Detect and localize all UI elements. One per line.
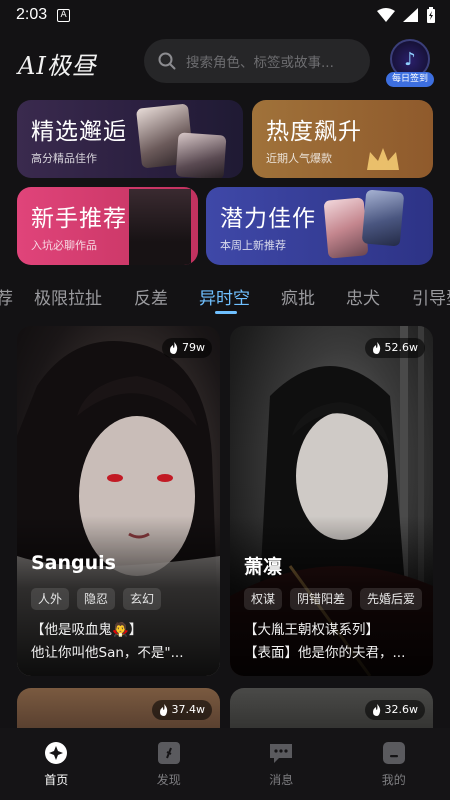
tag: 隐忍: [77, 588, 116, 610]
active-tab-indicator: [215, 311, 237, 314]
nav-profile[interactable]: 我的: [338, 728, 450, 800]
nav-home[interactable]: 首页: [0, 728, 113, 800]
character-name: Sanguis: [31, 552, 116, 574]
nav-discover[interactable]: 发现: [113, 728, 226, 800]
status-icons: [377, 7, 436, 23]
heat-badge: 79w: [162, 338, 212, 358]
home-icon: [45, 742, 68, 764]
battery-icon: [427, 7, 435, 23]
tab-other-world[interactable]: 异时空: [199, 284, 250, 309]
sign-in-label: 每日签到: [386, 72, 434, 87]
nav-messages[interactable]: 消息: [225, 728, 338, 800]
character-description: 【他是吸血鬼🧛】 他让你叫他San，不是"...: [31, 622, 184, 661]
tag: 先婚后爱: [360, 588, 423, 610]
daily-sign-in-button[interactable]: ♪ 每日签到: [386, 39, 434, 89]
fire-icon: [372, 704, 380, 716]
status-bar: 2:03 A: [0, 0, 450, 30]
tag: 权谋: [244, 588, 283, 610]
fire-icon: [159, 704, 167, 716]
category-card-trending[interactable]: 热度飙升 近期人气爆款: [252, 100, 433, 178]
character-tags: 人外 隐忍 玄幻: [31, 588, 162, 610]
category-artwork: [129, 189, 191, 265]
search-icon: [158, 52, 176, 70]
category-title: 热度飙升: [266, 119, 362, 145]
category-card-potential[interactable]: 潜力佳作 本周上新推荐: [206, 187, 433, 265]
message-icon: [270, 744, 293, 763]
tag: 阴错阳差: [290, 588, 353, 610]
heat-badge: 37.4w: [151, 700, 212, 720]
discover-icon: [157, 742, 180, 764]
category-artwork: [323, 197, 369, 259]
bottom-nav: 首页 发现 消息 我的: [0, 728, 450, 800]
wifi-icon: [377, 8, 395, 22]
app-logo: AI极昼: [18, 52, 97, 80]
tab-guiding[interactable]: 引导型: [412, 284, 450, 309]
nav-label: 消息: [269, 773, 294, 787]
signal-icon: [403, 8, 418, 22]
heat-count: 32.6w: [384, 703, 419, 716]
heat-badge: 52.6w: [364, 338, 425, 358]
category-subtitle: 高分精品佳作: [31, 152, 97, 165]
status-time: 2:03: [16, 6, 48, 23]
tab-extreme-tension[interactable]: 极限拉扯: [34, 284, 102, 309]
tab-recommend[interactable]: 荐: [0, 284, 13, 309]
fire-icon: [170, 342, 178, 354]
category-subtitle: 入坑必聊作品: [31, 239, 97, 252]
category-artwork: [175, 132, 227, 178]
heat-count: 52.6w: [384, 341, 419, 354]
fire-icon: [372, 342, 380, 354]
character-card[interactable]: 52.6w 萧凛 权谋 阴错阳差 先婚后爱 【大胤王朝权谋系列】 【表面】他是你…: [230, 326, 433, 676]
tag: 玄幻: [123, 588, 162, 610]
character-name: 萧凛: [244, 556, 283, 578]
tag: 人外: [31, 588, 70, 610]
category-title: 潜力佳作: [220, 206, 316, 232]
notification-badge-icon: A: [57, 8, 71, 22]
category-card-newbie[interactable]: 新手推荐 入坑必聊作品: [17, 187, 198, 265]
category-subtitle: 本周上新推荐: [220, 239, 286, 252]
tab-loyal[interactable]: 忠犬: [346, 284, 380, 309]
category-tabs: 荐 极限拉扯 反差 异时空 疯批 忠犬 引导型: [0, 280, 450, 320]
character-description: 【大胤王朝权谋系列】 【表面】他是你的夫君，...: [244, 622, 406, 661]
category-artwork: [361, 189, 405, 247]
character-tags: 权谋 阴错阳差 先婚后爱: [244, 588, 423, 610]
search-bar[interactable]: 搜索角色、标签或故事...: [144, 39, 370, 83]
character-card[interactable]: 79w Sanguis 人外 隐忍 玄幻 【他是吸血鬼🧛】 他让你叫他San，不…: [17, 326, 220, 676]
category-title: 新手推荐: [31, 206, 127, 232]
category-card-featured[interactable]: 精选邂逅 高分精品佳作: [17, 100, 243, 178]
tab-crazy[interactable]: 疯批: [281, 284, 315, 309]
category-subtitle: 近期人气爆款: [266, 152, 332, 165]
nav-label: 首页: [44, 773, 69, 787]
nav-label: 发现: [156, 773, 181, 787]
crown-icon: [367, 148, 399, 170]
heat-badge: 32.6w: [364, 700, 425, 720]
search-placeholder: 搜索角色、标签或故事...: [186, 55, 334, 71]
tab-contrast[interactable]: 反差: [134, 284, 168, 309]
heat-count: 79w: [182, 341, 205, 354]
heat-count: 37.4w: [171, 703, 206, 716]
nav-label: 我的: [381, 773, 406, 787]
category-title: 精选邂逅: [31, 119, 127, 145]
profile-icon: [382, 742, 405, 764]
top-header: AI极昼 搜索角色、标签或故事... ♪ 每日签到: [0, 36, 450, 90]
